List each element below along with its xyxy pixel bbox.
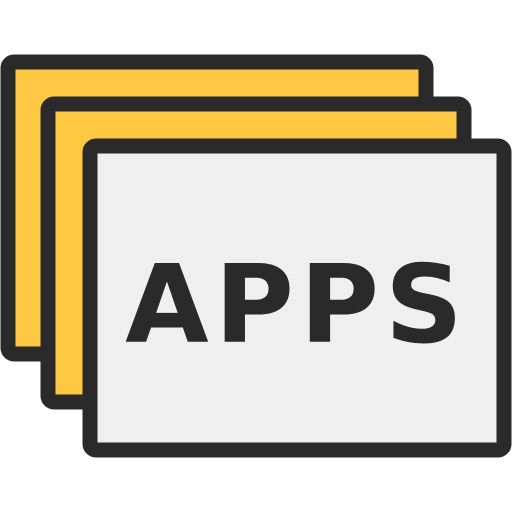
apps-stack-icon: APPS — [0, 0, 512, 512]
apps-stack-graphic: APPS — [0, 54, 512, 458]
apps-label: APPS — [125, 243, 469, 368]
